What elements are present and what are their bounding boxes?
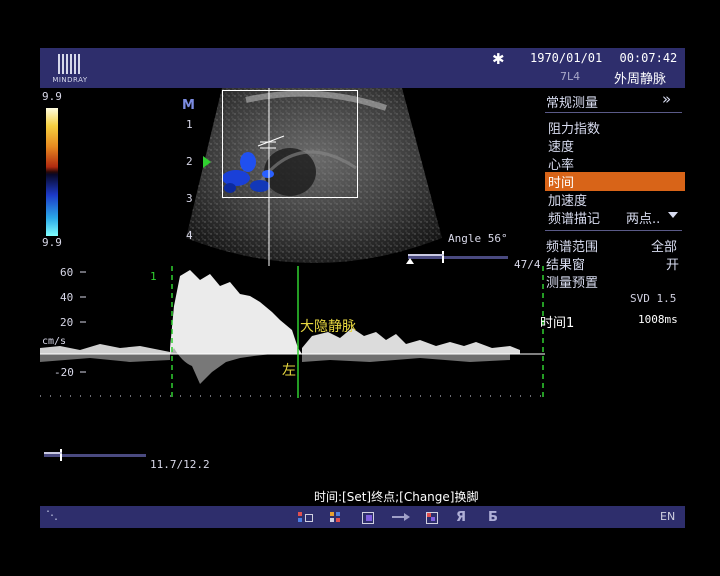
depth-mark-4: 4 (186, 229, 193, 242)
spectrum-tick-60: 60 (60, 266, 74, 279)
menu-item-measure-preset[interactable]: 测量预置 (546, 272, 598, 291)
caliper-label: 1 (150, 270, 157, 283)
menu-item-time[interactable]: 时间 (545, 172, 685, 191)
menu-divider-top (545, 112, 682, 113)
depth-mark-1: 1 (186, 118, 193, 131)
menu-item-result-window[interactable]: 结果窗 (546, 254, 585, 273)
menu-item-velocity[interactable]: 速度 (548, 136, 574, 155)
slider-arrow-icon (406, 258, 414, 264)
cine-scroll-slider[interactable] (44, 449, 146, 461)
spectrum-tick-20: 20 (60, 316, 74, 329)
menu-item-acceleration[interactable]: 加速度 (548, 190, 587, 209)
spectrum-tick-neg20: -20 (54, 366, 74, 379)
layout-icon-4[interactable] (392, 510, 412, 524)
vessel-annotation[interactable]: 大隐静脉 (300, 316, 356, 336)
menu-item-heart-rate[interactable]: 心率 (548, 154, 574, 173)
measurement-menu: 常规测量 » 阻力指数 速度 心率 时间 加速度 频谱描记 两点.. 频谱范围 … (540, 88, 685, 388)
side-annotation[interactable]: 左 (282, 360, 296, 380)
flip-vertical-icon[interactable]: Ƃ (488, 510, 508, 525)
menu-item-spectrum-range[interactable]: 频谱范围 (546, 236, 598, 255)
result-value: 1008ms (638, 313, 678, 326)
depth-mark-2: 2 (186, 155, 193, 168)
layout-icon-2[interactable] (328, 510, 348, 524)
layout-icon-3[interactable] (360, 510, 380, 524)
angle-slider-thumb[interactable] (442, 251, 444, 263)
language-indicator[interactable]: EN (660, 510, 675, 523)
cine-frame-readout: 11.7/12.2 (150, 458, 210, 471)
menu-divider-mid (545, 230, 682, 231)
layout-icon-1[interactable] (296, 510, 316, 524)
status-prompt: 时间:[Set]终点;[Change]换脚 (314, 490, 479, 504)
svd-readout: SVD 1.5 (630, 292, 677, 305)
cine-scroll-fill (44, 452, 62, 454)
menu-title[interactable]: 常规测量 (546, 92, 598, 111)
result-label: 时间1 (540, 316, 575, 331)
result-window-value[interactable]: 开 (666, 254, 679, 273)
flip-horizontal-icon[interactable]: Я (456, 510, 476, 525)
dropdown-arrow-icon[interactable] (668, 212, 678, 218)
spectrum-trace (40, 270, 520, 384)
trackball-cursor-icon: ⋱ (46, 508, 58, 522)
menu-item-trace[interactable]: 频谱描记 (548, 208, 600, 227)
spectrum-tick-40: 40 (60, 291, 74, 304)
trace-mode-select[interactable]: 两点.. (626, 208, 660, 227)
menu-item-resistive-index[interactable]: 阻力指数 (548, 118, 600, 137)
orientation-marker: M (182, 98, 195, 113)
footer-toolbar: Я Ƃ (296, 509, 508, 525)
layout-icon-5[interactable] (424, 510, 444, 524)
angle-slider[interactable] (408, 251, 508, 263)
angle-slider-fill (408, 254, 444, 256)
cine-scroll-thumb[interactable] (60, 449, 62, 461)
footer-bar: ⋱ Я Ƃ EN (40, 506, 685, 528)
spectrum-unit: cm/s (42, 336, 67, 347)
angle-readout: Angle 56° (448, 232, 508, 245)
menu-expand-icon[interactable]: » (662, 90, 671, 108)
depth-mark-3: 3 (186, 192, 193, 205)
focus-marker-icon[interactable] (203, 156, 211, 168)
ultrasound-screen: MINDRAY ✱ 1970/01/01 00:07:42 7L4 外周静脉 9… (40, 48, 685, 528)
spectrum-range-value[interactable]: 全部 (651, 236, 677, 255)
angle-correction-line[interactable] (257, 135, 285, 147)
